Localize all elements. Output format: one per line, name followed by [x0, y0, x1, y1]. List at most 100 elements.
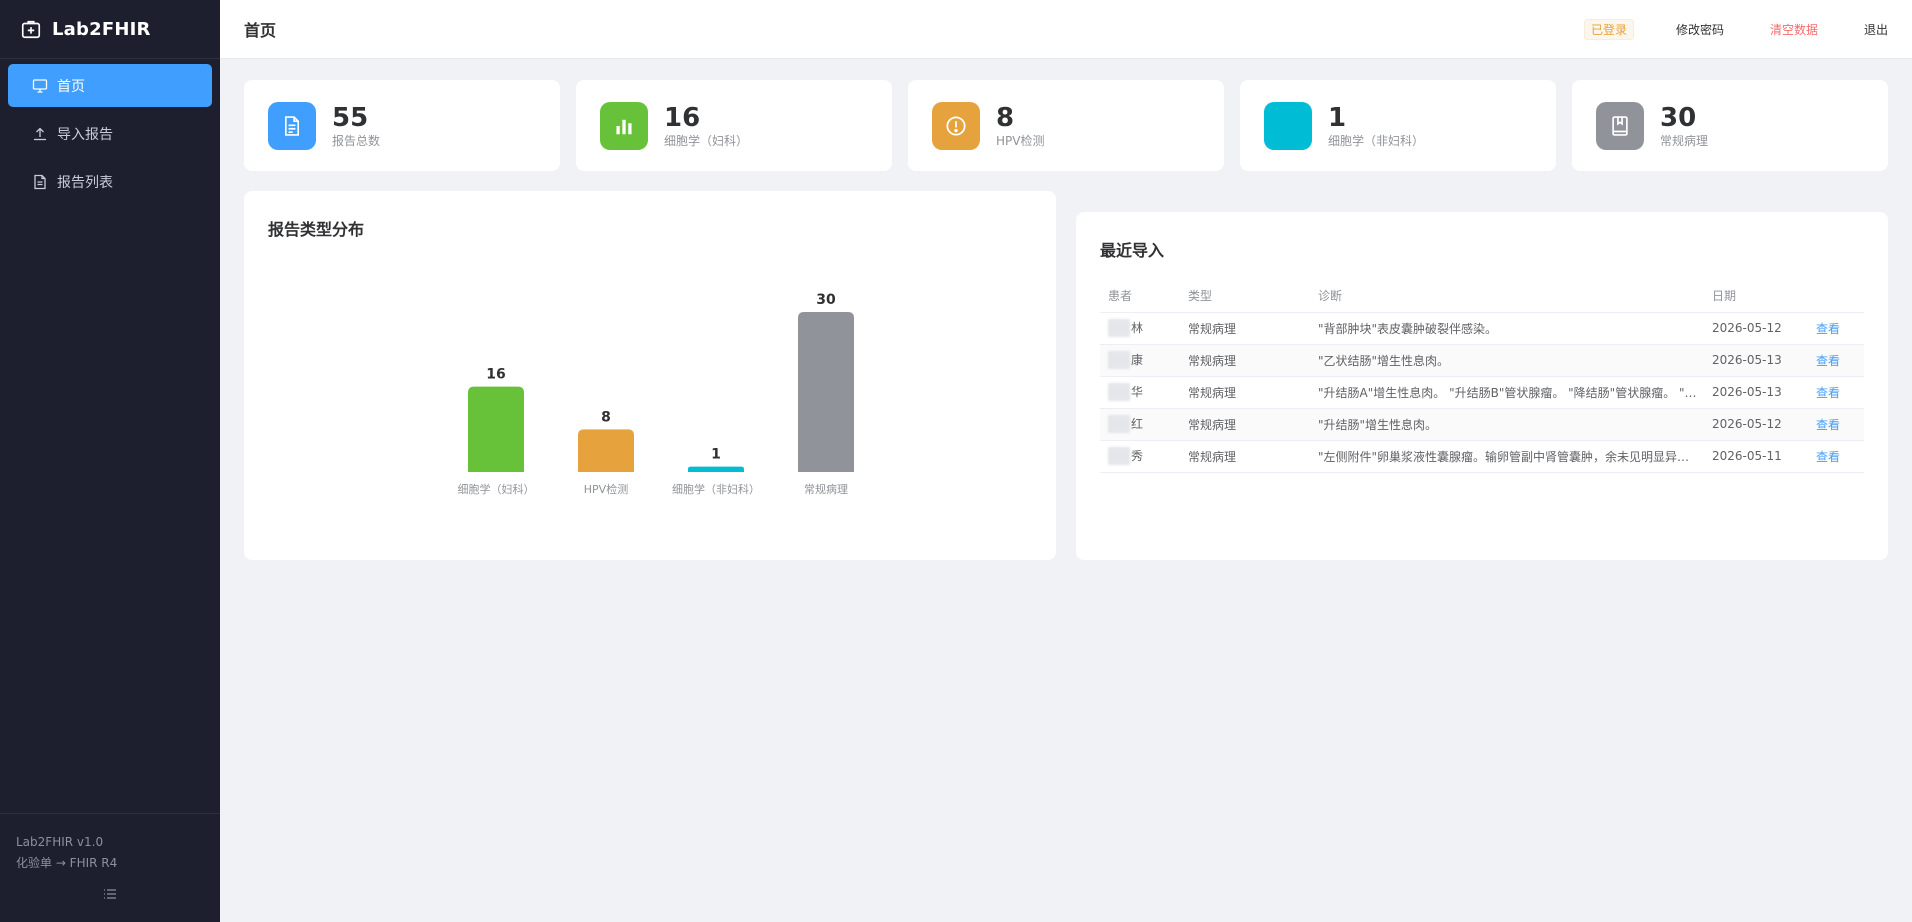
table-row: 华 常规病理 "升结肠A"增生性息肉。 "升结肠B"管状腺瘤。 "降结肠"管状腺… [1100, 376, 1864, 409]
recent-imports-table: 患者 类型 诊断 日期 林 常规病理 "背部肿块"表皮囊肿破裂伴感染。 2026… [1100, 280, 1864, 473]
view-link[interactable]: 查看 [1816, 322, 1840, 336]
type-cell: 常规病理 [1180, 376, 1310, 409]
patient-name: 红 [1131, 416, 1144, 431]
patient-cell: 林 [1100, 312, 1180, 345]
date-cell: 2026-05-12 [1704, 312, 1808, 345]
patient-name: 秀 [1131, 448, 1144, 463]
column-header-date: 日期 [1704, 280, 1808, 313]
document-icon [32, 174, 48, 190]
stat-icon-box [1596, 101, 1644, 150]
action-cell: 查看 [1808, 408, 1864, 441]
patient-cell: 华 [1100, 376, 1180, 409]
stat-icon-box [600, 101, 648, 150]
patient-cell: 康 [1100, 344, 1180, 377]
stat-icon-box [1264, 101, 1312, 150]
stat-card-pathology: 30 常规病理 [1572, 80, 1888, 171]
redaction-mask [1108, 447, 1130, 466]
stat-value: 1 [1328, 102, 1347, 133]
chart-panel: 16 细胞学（妇科） 8 HPV检测 1 细胞学（非妇科） 30 常规病理 报告类型分布 [244, 191, 1056, 560]
stat-label: 报告总数 [332, 133, 381, 148]
sidebar-item-label: 导入报告 [57, 126, 113, 143]
chart-bar [798, 312, 854, 472]
type-cell: 常规病理 [1180, 408, 1310, 441]
date-cell: 2026-05-11 [1704, 440, 1808, 473]
patient-name: 华 [1131, 384, 1144, 399]
chart-value-label: 8 [601, 409, 611, 425]
stat-card-cytology-gyn: 16 细胞学（妇科） [576, 80, 892, 171]
diagnosis-cell: "升结肠"增生性息肉。 [1310, 408, 1704, 441]
diagnosis-cell: "左侧附件"卵巢浆液性囊腺瘤。输卵管副中肾管囊肿，余未见明显异… [1310, 440, 1704, 473]
type-cell: 常规病理 [1180, 312, 1310, 345]
chart-bar [468, 386, 524, 472]
diagnosis-cell: "升结肠A"增生性息肉。 "升结肠B"管状腺瘤。 "降结肠"管状腺瘤。 "… [1310, 376, 1704, 409]
collapse-menu-icon[interactable] [102, 886, 118, 902]
sidebar: Lab2FHIR 首页 导入报告 报告列表 Lab2FHIR v1.0 化验单 … [0, 0, 220, 922]
view-link[interactable]: 查看 [1816, 386, 1840, 400]
stat-value: 30 [1660, 102, 1697, 133]
chart-value-label: 30 [816, 292, 836, 308]
clear-data-button[interactable]: 清空数据 [1770, 21, 1818, 38]
column-header-type: 类型 [1180, 280, 1310, 313]
action-cell: 查看 [1808, 312, 1864, 345]
patient-name: 康 [1131, 352, 1144, 367]
redaction-mask [1108, 351, 1130, 370]
diagnosis-cell: "背部肿块"表皮囊肿破裂伴感染。 [1310, 312, 1704, 345]
brand[interactable]: Lab2FHIR [0, 0, 220, 59]
sidebar-item-report-list[interactable]: 报告列表 [8, 160, 212, 203]
table-row: 林 常规病理 "背部肿块"表皮囊肿破裂伴感染。 2026-05-12 查看 [1100, 312, 1864, 345]
page-title: 首页 [244, 21, 277, 40]
chart-bar [688, 466, 744, 472]
view-link[interactable]: 查看 [1816, 418, 1840, 432]
stat-value: 8 [996, 102, 1015, 133]
sidebar-item-home[interactable]: 首页 [8, 64, 212, 107]
stat-card-hpv: 8 HPV检测 [908, 80, 1224, 171]
sidebar-footer: Lab2FHIR v1.0 化验单 → FHIR R4 [0, 813, 220, 922]
chart-category-label: 细胞学（妇科） [458, 482, 535, 496]
change-password-button[interactable]: 修改密码 [1676, 21, 1724, 38]
type-cell: 常规病理 [1180, 440, 1310, 473]
diagnosis-cell: "乙状结肠"增生性息肉。 [1310, 344, 1704, 377]
chart-bar [578, 429, 634, 472]
action-cell: 查看 [1808, 440, 1864, 473]
redaction-mask [1108, 319, 1130, 338]
app-name: Lab2FHIR [52, 18, 151, 40]
table-row: 康 常规病理 "乙状结肠"增生性息肉。 2026-05-13 查看 [1100, 344, 1864, 377]
recent-imports-panel: 最近导入 患者 类型 诊断 日期 林 常规病理 "背部肿块"表皮囊肿破裂伴感染。… [1076, 212, 1888, 560]
stat-value: 16 [664, 102, 701, 133]
table-row: 红 常规病理 "升结肠"增生性息肉。 2026-05-12 查看 [1100, 408, 1864, 441]
redaction-mask [1108, 415, 1130, 434]
stat-label: 常规病理 [1660, 133, 1709, 148]
stat-label: HPV检测 [996, 133, 1045, 148]
app-version: Lab2FHIR v1.0 [16, 835, 104, 849]
recent-title: 最近导入 [1100, 241, 1165, 260]
header: 首页 已登录 修改密码 清空数据 退出 [220, 0, 1912, 59]
stat-label: 细胞学（妇科） [664, 133, 749, 148]
stat-value: 55 [332, 102, 369, 133]
patient-cell: 秀 [1100, 440, 1180, 473]
sidebar-item-label: 报告列表 [57, 174, 113, 191]
sidebar-item-label: 首页 [57, 78, 85, 95]
upload-icon [32, 126, 48, 142]
stat-icon-box [932, 101, 980, 150]
chart-value-label: 16 [486, 367, 505, 383]
monitor-icon [32, 78, 48, 94]
sidebar-item-import[interactable]: 导入报告 [8, 112, 212, 155]
stat-label: 细胞学（非妇科） [1328, 133, 1425, 148]
stat-cards: 55 报告总数 16 细胞学（妇科） 8 HPV检测 1 细胞学（非妇科） 30… [244, 80, 1888, 171]
warning-icon [946, 115, 966, 136]
chart-title: 报告类型分布 [268, 220, 365, 239]
stat-card-cytology-nongyn: 1 细胞学（非妇科） [1240, 80, 1556, 171]
type-cell: 常规病理 [1180, 344, 1310, 377]
table-header-row: 患者 类型 诊断 日期 [1100, 280, 1864, 313]
book-icon [1612, 115, 1628, 136]
redaction-mask [1108, 383, 1130, 402]
stat-icon-box [268, 101, 316, 150]
view-link[interactable]: 查看 [1816, 354, 1840, 368]
logout-button[interactable]: 退出 [1864, 21, 1888, 38]
chart-value-label: 1 [711, 447, 721, 463]
report-type-bar-chart: 16 细胞学（妇科） 8 HPV检测 1 细胞学（非妇科） 30 常规病理 [458, 292, 854, 496]
chart-category-label: HPV检测 [584, 482, 628, 496]
date-cell: 2026-05-13 [1704, 376, 1808, 409]
patient-name: 林 [1131, 320, 1144, 335]
view-link[interactable]: 查看 [1816, 450, 1840, 464]
